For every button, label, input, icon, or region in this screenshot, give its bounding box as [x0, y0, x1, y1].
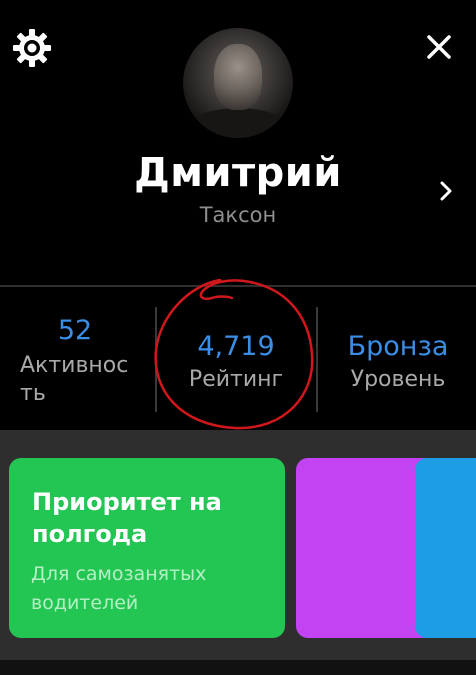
stat-activity-label: Активность — [20, 353, 129, 406]
gear-icon[interactable] — [12, 28, 52, 68]
stat-level-value: Бронза — [347, 331, 449, 362]
stat-level-label: Уровень — [350, 367, 446, 392]
avatar[interactable] — [183, 28, 293, 138]
chevron-right-icon[interactable] — [436, 177, 456, 205]
stat-rating-label: Рейтинг — [188, 367, 284, 392]
avatar-face — [214, 44, 262, 110]
stat-activity[interactable]: 52 Активность — [14, 287, 136, 430]
profile-header: Дмитрий Таксон — [0, 0, 476, 285]
avatar-shoulders — [183, 108, 293, 138]
profile-name: Дмитрий — [134, 150, 342, 196]
promo-card-description: Для самозанятых водителей — [31, 563, 207, 614]
profile-subtitle: Таксон — [199, 203, 277, 227]
stat-level[interactable]: Бронза Уровень — [320, 287, 476, 430]
stats-row: 52 Активность 4,719 Рейтинг Бронза Урове… — [0, 287, 476, 430]
promo-card-priority[interactable]: Приоритет на полгода Для самозанятых вод… — [9, 458, 285, 638]
stat-rating-value: 4,719 — [197, 331, 275, 362]
promo-card-blue[interactable] — [415, 458, 476, 638]
promo-card-title: Приоритет на полгода — [32, 488, 222, 548]
stat-rating[interactable]: 4,719 Рейтинг — [157, 287, 315, 430]
stat-activity-value: 52 — [57, 315, 93, 346]
stat-divider — [316, 307, 318, 412]
bottom-strip — [0, 660, 476, 675]
close-icon[interactable] — [422, 30, 456, 64]
